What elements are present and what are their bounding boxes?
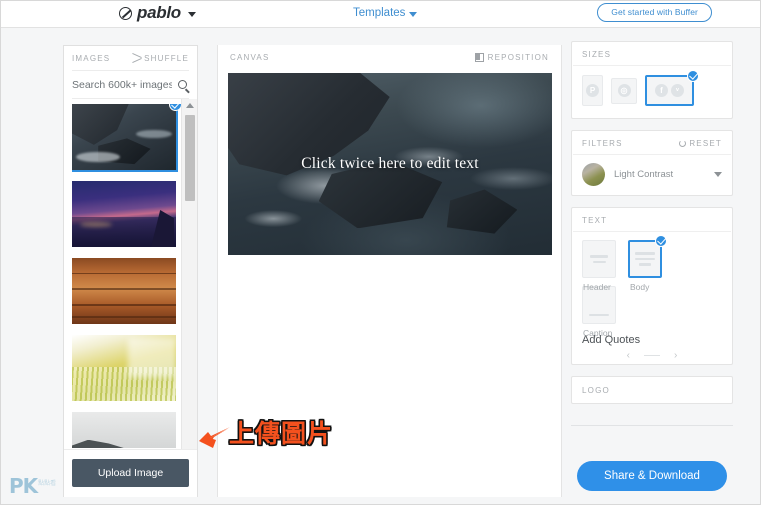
image-list-scrollbar[interactable] [181, 99, 197, 481]
text-card: TEXT Header Body Caption Add Quotes ‹ › [571, 207, 733, 365]
social-icons-group: f ᵛ [655, 84, 684, 97]
text-title: TEXT [582, 216, 608, 225]
size-option-facebook-twitter[interactable]: f ᵛ [645, 70, 699, 106]
list-item[interactable] [72, 412, 176, 448]
scroll-up-arrow-icon[interactable] [186, 103, 194, 108]
pager-next-icon[interactable]: › [674, 350, 677, 361]
image-thumbnail-list [72, 104, 189, 448]
reset-icon [679, 140, 687, 147]
selected-check-icon [687, 70, 699, 82]
annotation-arrow-icon [199, 427, 230, 448]
watermark-sub: 點點看 [38, 480, 57, 488]
text-line [589, 313, 609, 316]
list-item[interactable] [72, 258, 176, 324]
upload-section: Upload Image [64, 449, 197, 497]
templates-dropdown[interactable]: Templates [353, 7, 418, 19]
pager-line [644, 355, 660, 356]
text-style-header-label: Header [583, 282, 611, 292]
canvas-image-preview[interactable]: Click twice here to edit text [228, 73, 552, 255]
sizes-title: SIZES [582, 50, 612, 59]
get-started-with-buffer-button[interactable]: Get started with Buffer [597, 3, 712, 22]
templates-label: Templates [353, 7, 406, 19]
images-panel-header: IMAGES SHUFFLE [72, 46, 189, 71]
pablo-logo-menu[interactable]: pablo [119, 3, 196, 23]
images-panel-title: IMAGES [72, 53, 111, 63]
text-style-header[interactable] [582, 240, 616, 278]
pinterest-icon: P [586, 84, 599, 97]
filter-selector[interactable]: Light Contrast [572, 155, 732, 195]
share-and-download-button[interactable]: Share & Download [577, 461, 727, 491]
chevron-down-icon [409, 12, 418, 17]
text-header: TEXT [573, 208, 731, 232]
pager-prev-icon[interactable]: ‹ [627, 350, 630, 361]
text-pager: ‹ › [572, 350, 732, 361]
canvas-editable-text[interactable]: Click twice here to edit text [228, 155, 552, 173]
shuffle-label: SHUFFLE [144, 53, 189, 63]
reset-filters-button[interactable]: RESET [679, 139, 722, 148]
scrollbar-thumb[interactable] [184, 115, 195, 201]
list-item[interactable] [72, 335, 176, 401]
text-line [635, 257, 655, 261]
pablo-circle-slash-icon [119, 6, 132, 20]
pablo-logo-text: pablo [137, 3, 181, 22]
reposition-button[interactable]: REPOSITION [474, 53, 549, 62]
watermark-text: PK [9, 474, 38, 498]
reset-label: RESET [689, 139, 722, 148]
canvas-header: CANVAS REPOSITION [218, 45, 561, 62]
filter-preview-thumbnail [582, 163, 605, 186]
annotation-text: 上傳圖片 [229, 419, 334, 448]
selected-check-icon [655, 235, 667, 247]
text-line [590, 255, 608, 258]
sizes-header: SIZES [573, 42, 731, 66]
text-options-body: Header Body Caption Add Quotes ‹ › [572, 232, 732, 364]
text-line [635, 252, 655, 255]
upload-image-button[interactable]: Upload Image [72, 459, 189, 487]
text-style-body-label: Body [630, 282, 650, 292]
add-quotes-button[interactable]: Add Quotes [582, 334, 640, 346]
search-input[interactable] [72, 78, 172, 91]
filters-card: FILTERS RESET Light Contrast [571, 130, 733, 196]
shuffle-button[interactable]: SHUFFLE [131, 53, 189, 63]
reposition-icon [474, 53, 484, 62]
filters-title: FILTERS [582, 139, 623, 148]
size-options-row: P ◎ f ᵛ [572, 66, 732, 118]
filters-header: FILTERS RESET [573, 131, 731, 155]
chevron-down-icon [187, 12, 196, 17]
images-panel: IMAGES SHUFFLE Search 600k+ images Uploa… [63, 45, 198, 497]
image-search-row [72, 71, 189, 99]
top-navigation-bar: pablo Templates Get started with Buffer [1, 1, 760, 28]
instagram-icon: ◎ [617, 84, 631, 97]
sizes-card: SIZES P ◎ f ᵛ [571, 41, 733, 119]
selected-filter-label: Light Contrast [614, 169, 674, 180]
text-style-body[interactable] [628, 235, 667, 278]
panel-divider [571, 425, 733, 426]
canvas-title: CANVAS [230, 53, 270, 62]
facebook-icon: f [655, 84, 668, 97]
logo-title: LOGO [582, 386, 610, 395]
pablo-app-window: pablo Templates Get started with Buffer … [0, 0, 761, 505]
search-icon[interactable] [178, 80, 187, 89]
text-line [639, 263, 651, 266]
shuffle-icon [131, 53, 142, 63]
chevron-down-icon[interactable] [714, 172, 722, 177]
right-options-panel: SIZES P ◎ f ᵛ FILTERS RESET Light Contra… [571, 41, 733, 501]
watermark: PK點點看 [9, 474, 56, 498]
size-option-pinterest[interactable]: P [582, 75, 603, 106]
size-option-instagram[interactable]: ◎ [611, 77, 637, 104]
logo-card[interactable]: LOGO [571, 376, 733, 404]
twitter-icon: ᵛ [671, 84, 684, 97]
list-item[interactable] [72, 181, 176, 247]
reposition-label: REPOSITION [487, 53, 549, 62]
text-line [592, 260, 606, 263]
list-item[interactable] [72, 104, 182, 172]
